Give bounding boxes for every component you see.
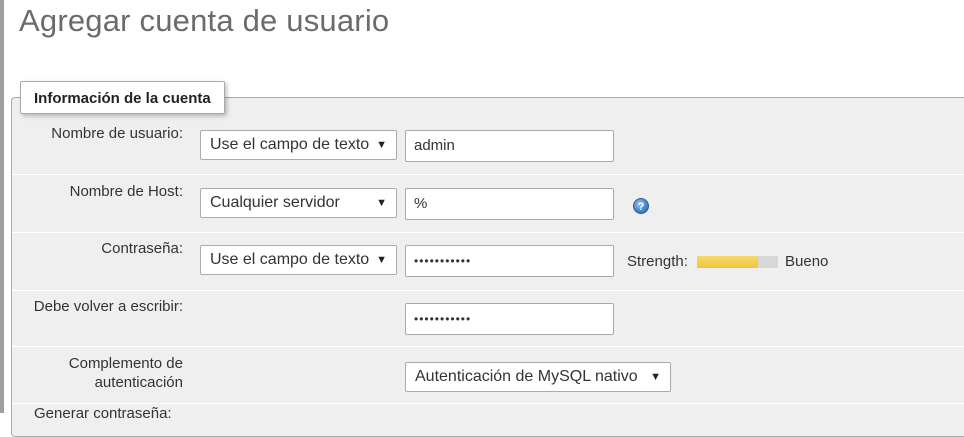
password-input[interactable]: ••••••••••• [405,245,614,277]
auth-plugin-value: Autenticación de MySQL nativo [415,368,638,385]
host-input[interactable]: % [405,188,614,220]
auth-plugin-label-line2: autenticación [94,374,183,391]
left-border [0,0,4,413]
fieldset-legend: Información de la cuenta [20,81,225,114]
host-label: Nombre de Host: [69,183,183,200]
retype-label: Debe volver a escribir: [33,298,183,315]
strength-meter-fill [697,256,758,268]
chevron-down-icon: ▼ [376,254,387,266]
auth-plugin-select[interactable]: Autenticación de MySQL nativo ▼ [405,362,671,392]
row-divider [12,290,964,291]
host-type-value: Cualquier servidor [210,194,340,211]
password-type-value: Use el campo de texto [210,251,370,268]
help-icon[interactable]: ? [633,198,649,214]
row-divider [12,232,964,233]
chevron-down-icon: ▼ [376,197,387,209]
host-type-select[interactable]: Cualquier servidor ▼ [200,188,397,218]
generate-password-label: Generar contraseña: [34,405,172,422]
strength-text: Bueno [785,253,829,270]
password-type-select[interactable]: Use el campo de texto ▼ [200,245,397,275]
strength-label: Strength: [627,253,688,270]
username-type-value: Use el campo de texto [210,136,370,153]
password-label: Contraseña: [101,240,183,257]
password-strength-meter [697,256,778,268]
chevron-down-icon: ▼ [650,371,661,383]
username-label: Nombre de usuario: [51,125,183,142]
username-type-select[interactable]: Use el campo de texto ▼ [200,130,397,160]
page-title: Agregar cuenta de usuario [19,3,390,38]
row-divider [12,174,964,175]
row-divider [12,346,964,347]
auth-plugin-label-line1: Complemento de [68,355,183,372]
retype-password-input[interactable]: ••••••••••• [405,303,614,335]
chevron-down-icon: ▼ [376,139,387,151]
username-input[interactable]: admin [405,130,614,162]
